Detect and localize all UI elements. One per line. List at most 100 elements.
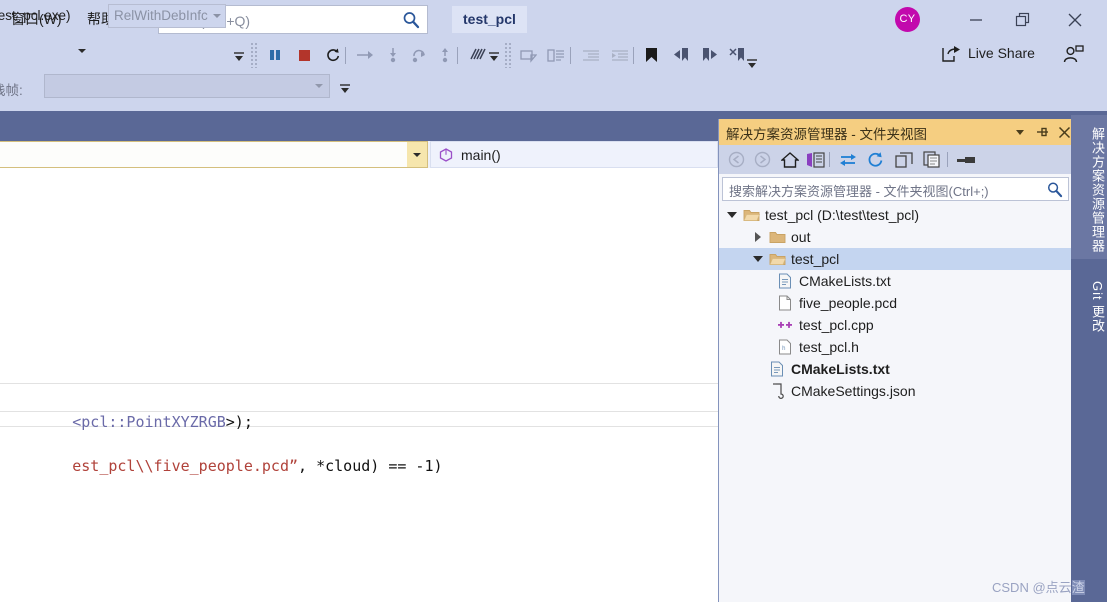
collapse-all-icon[interactable] [891, 145, 916, 174]
json-file-icon [767, 383, 787, 399]
toolbar-overflow-4[interactable] [338, 82, 352, 97]
restart-button[interactable] [320, 39, 346, 71]
expand-arrow-icon[interactable] [723, 212, 741, 218]
tree-item-root[interactable]: test_pcl (D:\test\test_pcl) [719, 204, 1072, 226]
toolbar-separator [947, 152, 948, 167]
file-tree: test_pcl (D:\test\test_pcl) out test_pcl… [719, 204, 1072, 402]
code-token: est_pcl\\five_people.pcd” [72, 457, 299, 475]
header-file-icon: h [775, 339, 795, 355]
vtab-git-changes[interactable]: Git 更改 [1071, 263, 1107, 345]
refresh-icon[interactable] [863, 145, 888, 174]
minimize-button[interactable] [953, 0, 999, 39]
folder-icon [767, 230, 787, 244]
uncomment-button[interactable] [543, 39, 569, 71]
member-selector[interactable]: main() [430, 141, 718, 168]
tree-item-test-pcl-folder[interactable]: test_pcl [719, 248, 1072, 270]
svg-text:h: h [782, 345, 786, 352]
tree-item-out[interactable]: out [719, 226, 1072, 248]
method-icon [439, 147, 453, 162]
stop-button[interactable] [291, 39, 317, 71]
code-text-area[interactable]: <pcl::PointXYZRGB>); est_pcl\\five_peopl… [0, 168, 718, 602]
search-icon[interactable] [401, 10, 421, 30]
watermark-prefix: CSDN @点云 [992, 580, 1072, 595]
chevron-down-icon[interactable] [407, 142, 427, 167]
increase-indent-button[interactable] [607, 39, 633, 71]
scope-selector[interactable] [0, 141, 428, 168]
switch-views-icon[interactable] [803, 145, 828, 174]
tree-item-label: CMakeLists.txt [799, 273, 891, 289]
toolbar-overflow-3[interactable] [745, 57, 759, 72]
watermark: CSDN @点云渣 [992, 577, 1085, 596]
previous-bookmark-button[interactable] [668, 39, 694, 71]
show-all-files-icon[interactable] [919, 145, 944, 174]
forward-button[interactable] [750, 145, 775, 174]
add-user-icon[interactable] [1063, 45, 1085, 68]
tree-item-test-pcl-h[interactable]: h test_pcl.h [719, 336, 1072, 358]
folder-open-icon [767, 252, 787, 266]
sync-icon[interactable] [835, 145, 860, 174]
step-over-button[interactable] [406, 39, 432, 71]
tree-item-label: five_people.pcd [799, 295, 898, 311]
navigation-bar: main() [0, 141, 718, 168]
avatar[interactable]: CY [895, 7, 920, 32]
startup-project-label[interactable]: test_pcl.exe) [0, 7, 71, 25]
tree-item-cmakelists-inner[interactable]: CMakeLists.txt [719, 270, 1072, 292]
startup-project-caret-icon[interactable] [78, 49, 86, 53]
expand-arrow-icon[interactable] [749, 256, 767, 262]
panel-well-band [718, 111, 1107, 119]
solution-explorer-header: 解决方案资源管理器 - 文件夹视图 [719, 119, 1072, 145]
member-selector-value: main() [461, 146, 501, 163]
configuration-value: RelWithDebInfc [114, 8, 208, 23]
pause-button[interactable] [262, 39, 288, 71]
step-out-button[interactable] [432, 39, 458, 71]
toolbar-overflow-2[interactable] [487, 50, 501, 65]
active-document-tab[interactable]: test_pcl [452, 6, 527, 33]
decrease-indent-button[interactable] [578, 39, 604, 71]
tree-item-five-people-pcd[interactable]: five_people.pcd [719, 292, 1072, 314]
window-dropdown-button[interactable] [1009, 119, 1031, 145]
vtab-solution-explorer[interactable]: 解决方案资源管理器 [1071, 115, 1107, 259]
back-button[interactable] [724, 145, 749, 174]
stack-frame-combo[interactable] [44, 74, 330, 98]
tree-item-test-pcl-cpp[interactable]: test_pcl.cpp [719, 314, 1072, 336]
tree-item-cmakesettings-json[interactable]: CMakeSettings.json [719, 380, 1072, 402]
chevron-down-icon [315, 84, 323, 88]
search-input[interactable]: 搜索解决方案资源管理器 - 文件夹视图(Ctrl+;) [722, 177, 1069, 201]
pin-button[interactable] [1032, 119, 1054, 145]
comment-button[interactable] [515, 39, 541, 71]
code-line-cloud-decl: <pcl::PointXYZRGB>); [0, 389, 253, 431]
live-share-button[interactable]: Live Share [968, 45, 1035, 61]
properties-icon[interactable] [953, 145, 978, 174]
home-icon[interactable] [777, 145, 802, 174]
tree-item-label: CMakeLists.txt [791, 361, 890, 377]
toolbar-overflow-1[interactable] [232, 50, 246, 65]
code-token: <pcl::PointXYZRGB [72, 413, 226, 431]
blank-file-icon [775, 295, 795, 311]
toolbar-gripper-1[interactable] [250, 42, 257, 68]
code-token: >); [225, 413, 253, 431]
chrome-band [0, 103, 1107, 111]
tree-item-label: out [791, 229, 811, 245]
text-file-icon [775, 273, 795, 289]
toolbar-separator [570, 47, 571, 64]
collapse-arrow-icon[interactable] [749, 232, 767, 242]
code-rule [0, 383, 718, 384]
live-share-icon[interactable] [941, 45, 961, 66]
tree-item-cmakelists-root[interactable]: CMakeLists.txt [719, 358, 1072, 380]
toolbar-gripper-2[interactable] [504, 42, 511, 68]
visual-studio-window: 窗口(W) 帮助(H) 搜索 (Ctrl+Q) test_pcl CY [0, 0, 1107, 602]
search-icon[interactable] [1046, 181, 1063, 201]
tree-item-label: CMakeSettings.json [791, 383, 916, 399]
close-button[interactable] [1052, 0, 1098, 39]
solution-explorer-panel: 解决方案资源管理器 - 文件夹视图 搜索解决方案资源管理器 - 文件夹视图(Ct… [718, 119, 1072, 602]
restore-button[interactable] [1000, 0, 1046, 39]
tree-item-label: test_pcl [791, 251, 840, 267]
text-file-icon [767, 361, 787, 377]
show-next-statement-button[interactable] [352, 39, 378, 71]
configuration-combo[interactable]: RelWithDebInfc [108, 4, 226, 28]
step-into-button[interactable] [380, 39, 406, 71]
toggle-bookmark-button[interactable] [638, 39, 664, 71]
code-token: , *cloud) == -1) [298, 457, 443, 475]
next-bookmark-button[interactable] [697, 39, 723, 71]
document-well-band [0, 111, 718, 141]
